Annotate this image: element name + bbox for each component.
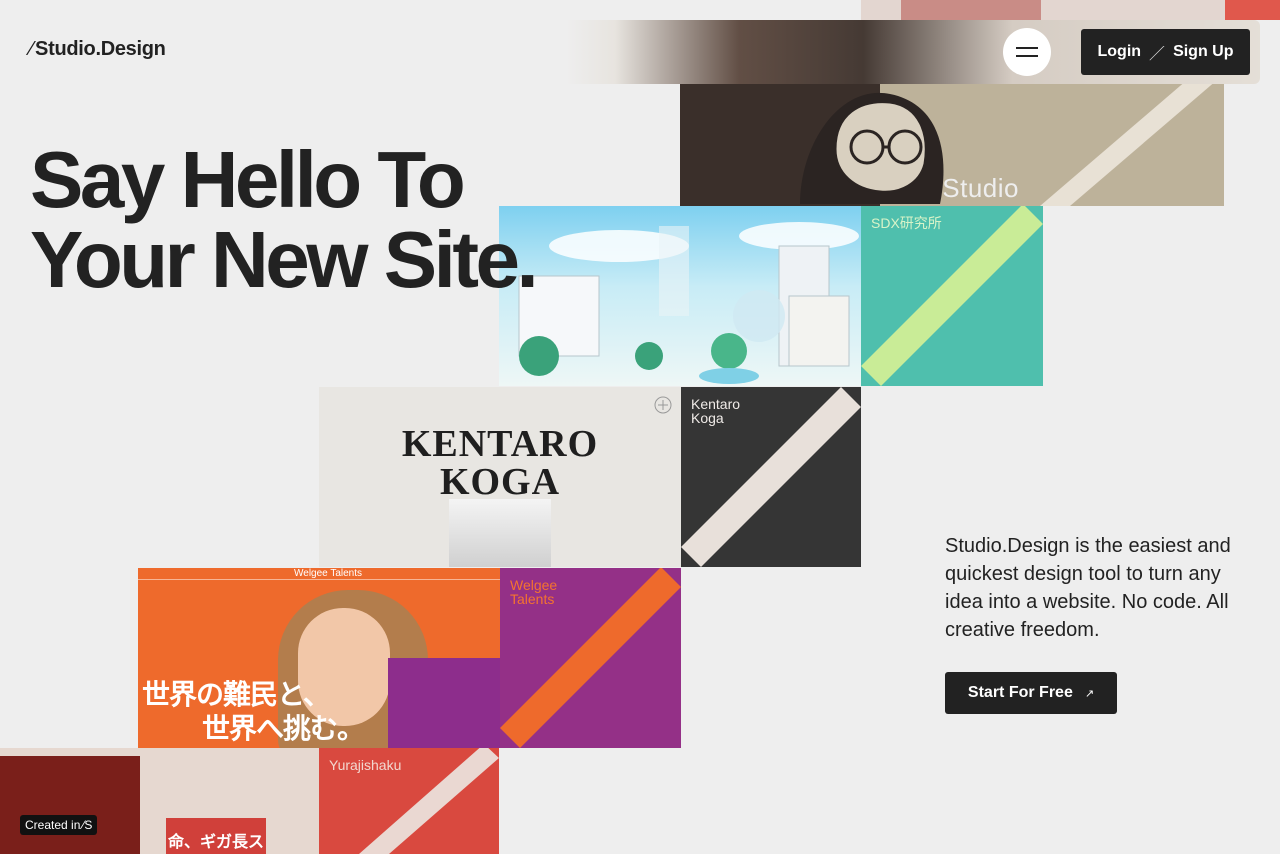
showcase-sdx-image[interactable] — [499, 206, 861, 386]
showcase-yurajishaku-image[interactable]: 命、ギガ長ス — [0, 748, 319, 854]
hero-title-line1: Say Hello To — [30, 135, 466, 224]
header-bar — [20, 20, 1260, 84]
showcase-welgee-image[interactable]: Welgee Talents 世界の難民と、 世界へ挑む。 — [138, 568, 500, 748]
badge-mark: ⁄S — [82, 818, 93, 832]
image-header: Welgee Talents — [294, 568, 363, 579]
image-jp-line2: 世界へ挑む。 — [202, 712, 365, 745]
hero-title-line2: Your New Site. — [30, 215, 539, 304]
arrow-up-right-icon: ↗ — [1084, 687, 1095, 700]
image-studio-word: Studio — [942, 173, 1019, 203]
showcase-sdx-card[interactable]: SDX研究所 — [861, 206, 1043, 386]
hamburger-icon-line — [1016, 55, 1038, 57]
image-photo — [449, 499, 551, 567]
image-jp-line1: 世界の難民と、 — [142, 678, 331, 711]
card-name-line2: Koga — [691, 410, 724, 426]
logo[interactable]: ⁄ Studio.Design — [30, 38, 166, 61]
login-signup-button[interactable]: Login ／ Sign Up — [1081, 29, 1250, 75]
logo-text: Studio.Design — [35, 38, 166, 60]
badge-label: Created in — [25, 818, 81, 832]
card-stripe — [861, 206, 1043, 386]
card-name-line2: Talents — [510, 591, 555, 607]
image-photo — [0, 756, 140, 854]
hero-description: Studio.Design is the easiest and quickes… — [945, 535, 1231, 641]
hamburger-icon — [1016, 47, 1038, 49]
illustration-city — [518, 222, 859, 384]
image-fragment — [901, 0, 1041, 20]
card-name: Yurajishaku — [329, 757, 402, 773]
showcase-studio-top[interactable] — [861, 0, 1280, 20]
created-in-badge[interactable]: Created in ⁄S — [20, 815, 98, 835]
image-jp-text: 命、ギガ長ス — [168, 832, 265, 851]
start-for-free-button[interactable]: Start For Free ↗ — [945, 672, 1117, 714]
card-name: SDX研究所 — [871, 215, 942, 231]
image-purple-shape — [388, 658, 500, 748]
image-heading-line1: KENTARO — [401, 423, 599, 465]
showcase-welgee-card[interactable]: Welgee Talents — [500, 568, 681, 748]
showcase-yurajishaku-card[interactable]: Yurajishaku — [319, 748, 499, 854]
logo-mark: ⁄ — [30, 38, 34, 60]
menu-button[interactable] — [1003, 28, 1051, 76]
plus-circle-icon — [654, 396, 672, 414]
card-name: Kentaro Koga — [691, 397, 740, 425]
auth-separator: ／ — [1149, 46, 1166, 63]
card-name-line1: Kentaro — [691, 396, 741, 412]
signup-label: Sign Up — [1173, 43, 1234, 60]
card-name: Welgee Talents — [510, 578, 557, 606]
card-name-line1: Welgee — [510, 577, 558, 593]
cta-label: Start For Free — [967, 684, 1073, 701]
showcase-kentaro-image[interactable]: KENTARO KOGA — [319, 387, 681, 567]
showcase-studio-image[interactable]: Studio — [680, 84, 1224, 206]
showcase-kentaro-card[interactable]: Kentaro Koga — [681, 387, 861, 567]
image-fragment — [1225, 0, 1280, 20]
image-jp-heading: 世界の難民と、 世界へ挑む。 — [142, 678, 365, 746]
login-label: Login — [1097, 43, 1142, 60]
hero-title: Say Hello To Your New Site. — [30, 135, 539, 304]
image-heading-line2: KOGA — [439, 461, 561, 503]
